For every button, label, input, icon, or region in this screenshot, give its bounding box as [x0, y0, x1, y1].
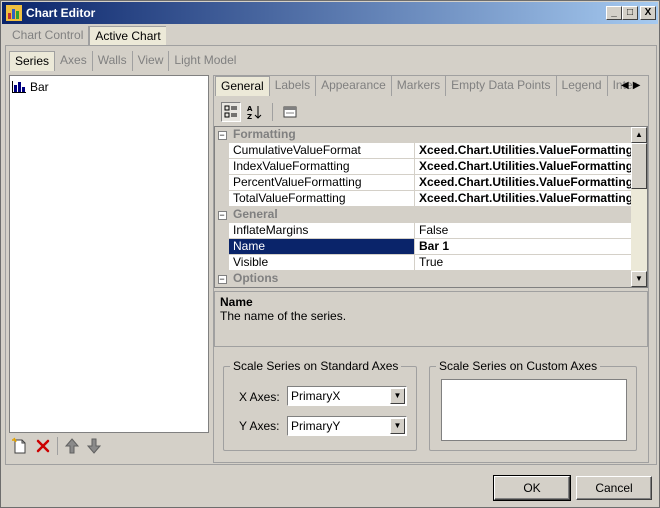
category-label: Options — [233, 271, 279, 285]
property-pages-icon — [283, 106, 297, 118]
category-general[interactable]: − General — [215, 207, 633, 223]
property-row-percent-value-formatting[interactable]: PercentValueFormatting Xceed.Chart.Utili… — [215, 175, 633, 191]
series-item-label: Bar — [30, 80, 49, 94]
maximize-button[interactable]: □ — [622, 6, 638, 20]
tab-series[interactable]: Series — [9, 51, 56, 71]
svg-text:Z: Z — [247, 113, 252, 120]
tab-walls[interactable]: Walls — [93, 51, 133, 71]
window-title: Chart Editor — [26, 6, 96, 20]
collapse-icon[interactable]: − — [217, 130, 227, 140]
property-name: Visible — [229, 255, 415, 270]
series-tab-strip: Series Axes Walls View Light Model — [9, 51, 241, 71]
property-value[interactable]: Xceed.Chart.Utilities.ValueFormatting — [415, 159, 633, 174]
property-value[interactable]: Xceed.Chart.Utilities.ValueFormatting — [415, 191, 633, 206]
property-row-total-value-formatting[interactable]: TotalValueFormatting Xceed.Chart.Utiliti… — [215, 191, 633, 207]
alphabetical-button[interactable]: A Z — [245, 102, 265, 122]
property-row-cumulative-value-format[interactable]: CumulativeValueFormat Xceed.Chart.Utilit… — [215, 143, 633, 159]
property-value[interactable]: Xceed.Chart.Utilities.ValueFormatting — [415, 175, 633, 190]
move-down-icon[interactable] — [86, 437, 102, 455]
tab-empty-data-points[interactable]: Empty Data Points — [446, 76, 557, 96]
tab-active-chart[interactable]: Active Chart — [89, 26, 166, 46]
category-label: Formatting — [233, 127, 296, 141]
tab-general[interactable]: General — [215, 76, 270, 96]
tab-scroll-left-icon[interactable]: ◀ — [621, 80, 629, 91]
top-tab-strip: Chart Control Active Chart — [7, 26, 166, 46]
scroll-up-icon[interactable]: ▲ — [631, 127, 647, 143]
toolbar-separator — [57, 437, 58, 455]
property-grid-toolbar: A Z — [217, 99, 649, 125]
property-description-pane: Name The name of the series. — [214, 291, 648, 347]
toolbar-separator — [272, 103, 273, 121]
x-axes-select[interactable]: PrimaryX ▼ — [287, 386, 407, 406]
description-title: Name — [220, 295, 253, 309]
series-list[interactable]: Bar — [9, 75, 209, 433]
x-axes-value: PrimaryX — [291, 389, 341, 403]
x-axes-label: X Axes: — [239, 390, 280, 404]
chart-app-icon — [6, 5, 22, 21]
property-row-inflate-margins[interactable]: InflateMargins False — [215, 223, 633, 239]
tab-view[interactable]: View — [133, 51, 170, 71]
categorized-icon — [224, 105, 237, 118]
property-pages-button[interactable] — [280, 102, 300, 122]
tab-appearance[interactable]: Appearance — [316, 76, 392, 96]
property-name: CumulativeValueFormat — [229, 143, 415, 158]
title-bar[interactable]: Chart Editor _ □ X — [2, 2, 658, 24]
svg-text:A: A — [247, 105, 253, 113]
list-item[interactable]: Bar — [12, 78, 206, 96]
chevron-down-icon[interactable]: ▼ — [390, 388, 405, 404]
scroll-thumb[interactable] — [631, 143, 647, 189]
move-up-icon[interactable] — [64, 437, 80, 455]
property-row-name[interactable]: Name Bar 1 — [215, 239, 633, 255]
y-axes-value: PrimaryY — [291, 419, 341, 433]
ok-button[interactable]: OK — [493, 475, 571, 501]
y-axes-label: Y Axes: — [239, 419, 280, 433]
tab-chart-control[interactable]: Chart Control — [7, 26, 90, 46]
categorized-button[interactable] — [221, 102, 241, 122]
tab-labels[interactable]: Labels — [270, 76, 317, 96]
collapse-icon[interactable]: − — [217, 274, 227, 284]
bar-chart-icon — [12, 81, 26, 93]
chart-editor-window: Chart Editor _ □ X Chart Control Active … — [0, 0, 660, 508]
property-tab-strip: General Labels Appearance Markers Empty … — [215, 76, 642, 96]
property-row-index-value-formatting[interactable]: IndexValueFormatting Xceed.Chart.Utiliti… — [215, 159, 633, 175]
tab-legend[interactable]: Legend — [557, 76, 608, 96]
property-name: InflateMargins — [229, 223, 415, 238]
property-grid[interactable]: − Formatting CumulativeValueFormat Xceed… — [214, 126, 648, 288]
property-value[interactable]: False — [415, 223, 633, 238]
tab-axes[interactable]: Axes — [55, 51, 93, 71]
property-name: TotalValueFormatting — [229, 191, 415, 206]
delete-icon[interactable] — [35, 438, 51, 454]
category-formatting[interactable]: − Formatting — [215, 127, 633, 143]
description-text: The name of the series. — [220, 309, 347, 323]
minimize-button[interactable]: _ — [606, 6, 622, 20]
tab-light-model[interactable]: Light Model — [169, 51, 241, 71]
category-options[interactable]: − Options — [215, 271, 633, 287]
cancel-button[interactable]: Cancel — [576, 476, 652, 500]
property-value[interactable]: True — [415, 255, 633, 270]
property-name: Name — [229, 239, 415, 254]
standard-axes-title: Scale Series on Standard Axes — [233, 359, 399, 373]
property-name: IndexValueFormatting — [229, 159, 415, 174]
chevron-down-icon[interactable]: ▼ — [390, 418, 405, 434]
y-axes-select[interactable]: PrimaryY ▼ — [287, 416, 407, 436]
property-value[interactable]: Bar 1 — [415, 239, 633, 254]
custom-axes-title: Scale Series on Custom Axes — [439, 359, 598, 373]
tab-scroll-buttons: ◀ ▶ — [621, 80, 640, 91]
property-value[interactable]: Xceed.Chart.Utilities.ValueFormatting — [415, 143, 633, 158]
alphabetical-icon: A Z — [247, 105, 262, 120]
close-button[interactable]: X — [640, 6, 656, 20]
series-list-toolbar — [11, 437, 102, 455]
collapse-icon[interactable]: − — [217, 210, 227, 220]
property-grid-scrollbar[interactable]: ▲ ▼ — [631, 127, 647, 287]
scroll-down-icon[interactable]: ▼ — [631, 271, 647, 287]
new-series-icon[interactable] — [11, 437, 29, 455]
tab-markers[interactable]: Markers — [392, 76, 447, 96]
tab-scroll-right-icon[interactable]: ▶ — [633, 80, 641, 91]
property-row-visible[interactable]: Visible True — [215, 255, 633, 271]
property-name: PercentValueFormatting — [229, 175, 415, 190]
category-label: General — [233, 207, 278, 221]
custom-axes-list[interactable] — [441, 379, 627, 441]
